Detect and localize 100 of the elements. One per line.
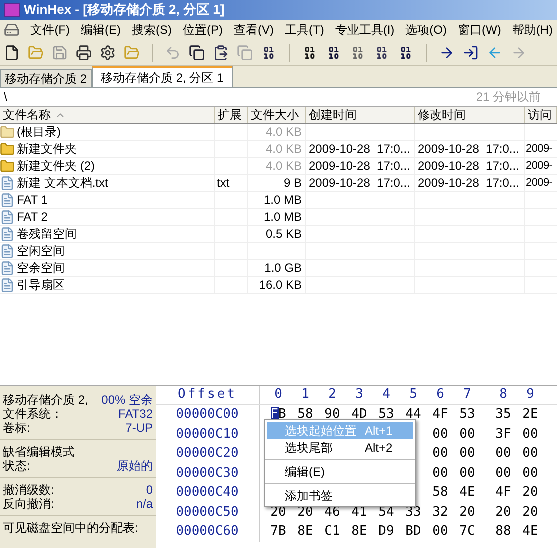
table-cell-text: 2009- xyxy=(526,142,553,157)
hex-byte[interactable]: 00 xyxy=(460,424,476,444)
file-icon xyxy=(0,192,15,208)
goto-icon[interactable] xyxy=(463,44,479,60)
menu-item[interactable]: 选项(O) xyxy=(406,21,447,39)
hex-byte[interactable]: BD xyxy=(406,522,422,542)
hex-byte[interactable]: 00 xyxy=(522,464,538,483)
hex-byte[interactable]: 00 xyxy=(460,444,476,464)
column-header[interactable]: 扩展 xyxy=(215,107,248,123)
hex-byte[interactable]: 00 xyxy=(432,464,448,483)
hex-byte[interactable]: 4F xyxy=(432,405,448,424)
timestamp-text: 21 分钟以前 xyxy=(476,89,542,106)
file-name[interactable]: FAT 1 xyxy=(17,191,48,209)
table-cell-text: 2009- xyxy=(526,176,553,191)
menu-item[interactable]: 专业工具(I) xyxy=(335,21,395,39)
file-name[interactable]: 新建文件夹 (2) xyxy=(17,157,95,175)
hex-byte[interactable]: 00 xyxy=(432,444,448,464)
menu-item[interactable]: 帮助(H) xyxy=(512,21,553,39)
hex-byte[interactable]: 4E xyxy=(460,483,476,502)
column-header[interactable]: 文件大小 xyxy=(248,107,306,123)
table-cell-text: 9 B xyxy=(284,175,302,192)
hex-byte[interactable]: 8E xyxy=(352,522,368,542)
offset-cell-text: 00000C20 xyxy=(176,445,239,463)
tab[interactable]: 移动存储介质 2, 分区 1 xyxy=(92,66,233,87)
new-file-icon[interactable] xyxy=(4,44,20,60)
paste-icon[interactable] xyxy=(213,44,229,60)
hex-byte[interactable]: 88 xyxy=(496,522,512,542)
hex-byte[interactable]: 58 xyxy=(432,483,448,502)
hex-byte[interactable]: 00 xyxy=(496,444,512,464)
hex-byte[interactable]: C1 xyxy=(324,522,340,542)
settings-icon[interactable] xyxy=(100,44,116,60)
column-heading: 8 xyxy=(500,386,508,404)
column-header[interactable]: 访问 xyxy=(525,107,557,123)
menu-item[interactable]: 搜索(S) xyxy=(132,21,172,39)
file-icon xyxy=(0,244,15,258)
hex-byte[interactable]: 20 xyxy=(460,502,476,522)
folder-icon xyxy=(0,124,15,140)
info-label: 文件系统： xyxy=(3,407,63,421)
column-heading: 9 xyxy=(526,386,534,404)
info-value: n/a xyxy=(136,497,153,511)
file-name[interactable]: 卷残留空间 xyxy=(17,225,77,243)
hex-byte[interactable]: 7C xyxy=(460,522,476,542)
menu-item[interactable]: 文件(F) xyxy=(30,21,70,39)
hex-byte[interactable]: 00 xyxy=(432,424,448,444)
file-name[interactable]: 新建 文本文档.txt xyxy=(17,174,108,192)
table-cell-text: 1.0 MB xyxy=(264,192,302,209)
file-icon xyxy=(0,260,15,276)
tab[interactable]: 移动存储介质 2 xyxy=(0,69,92,87)
menu-item[interactable]: 编辑(E) xyxy=(81,21,122,39)
file-name[interactable]: 空余空间 xyxy=(17,259,65,277)
hex-byte[interactable]: 53 xyxy=(460,405,476,424)
menu-item[interactable]: 窗口(W) xyxy=(458,21,502,39)
hex-byte[interactable]: 7B xyxy=(270,522,286,542)
hex-byte[interactable]: 20 xyxy=(496,502,512,522)
file-name[interactable]: 新建文件夹 xyxy=(17,140,77,158)
hex-byte[interactable]: 3F xyxy=(496,424,512,444)
table-cell-text: 2009-10-28 17:0... xyxy=(309,158,410,175)
hex-byte[interactable]: 00 xyxy=(496,464,512,483)
hex-byte[interactable]: D9 xyxy=(378,522,394,542)
file-name[interactable]: 空闲空间 xyxy=(17,242,65,260)
hex-byte[interactable]: 32 xyxy=(432,502,448,522)
column-header[interactable]: 创建时间 xyxy=(306,107,415,123)
hex-byte[interactable]: 4E xyxy=(522,522,538,542)
table-cell-text: 2009- xyxy=(526,158,553,174)
column-heading: 3 xyxy=(356,386,364,404)
table-cell-text: 2009-10-28 17:0... xyxy=(309,141,410,158)
folder-icon xyxy=(0,158,15,174)
hex-byte[interactable]: 35 xyxy=(496,405,512,424)
table-cell-text: 1.0 MB xyxy=(264,209,302,226)
table-cell-text: 4.0 KB xyxy=(266,158,302,175)
menu-item[interactable]: 位置(P) xyxy=(183,21,224,39)
file-name[interactable]: 引导扇区 xyxy=(17,276,65,294)
file-name[interactable]: FAT 2 xyxy=(17,208,48,226)
menu-item[interactable]: 工具(T) xyxy=(285,21,324,39)
menu-item[interactable]: 查看(V) xyxy=(234,21,274,39)
table-cell-text: 2009-10-28 17:0... xyxy=(309,175,410,192)
table-cell-text: 0.5 KB xyxy=(266,226,302,243)
hex-byte[interactable]: 4F xyxy=(496,483,512,502)
hex-byte[interactable]: 00 xyxy=(460,464,476,483)
offset-cell-text: 00000C40 xyxy=(176,484,239,502)
printer-icon[interactable] xyxy=(76,44,92,60)
info-label: 移动存储介质 2, xyxy=(3,393,88,407)
file-name[interactable]: (根目录) xyxy=(17,123,61,141)
column-header[interactable]: 修改时间 xyxy=(415,107,525,123)
arrow-right-icon[interactable] xyxy=(439,44,455,60)
hex-byte[interactable]: 2E xyxy=(522,405,538,424)
hex-byte[interactable]: 20 xyxy=(522,502,538,522)
copy-icon[interactable] xyxy=(189,44,205,60)
column-heading: 0 xyxy=(274,386,282,404)
info-value: 7-UP xyxy=(126,421,153,435)
hex-byte[interactable]: 8E xyxy=(298,522,314,542)
table-cell-text: 4.0 KB xyxy=(266,141,302,158)
hex-byte[interactable]: 00 xyxy=(432,522,448,542)
hex-byte[interactable]: 00 xyxy=(522,444,538,464)
app-logo-icon xyxy=(4,3,20,17)
hex-byte[interactable]: 00 xyxy=(522,424,538,444)
table-cell-text: 2009-10-28 17:0... xyxy=(418,158,520,175)
table-cell-text: 16.0 KB xyxy=(259,277,302,294)
hex-byte[interactable]: 20 xyxy=(522,483,538,502)
column-header[interactable]: 文件名称 xyxy=(0,107,215,123)
